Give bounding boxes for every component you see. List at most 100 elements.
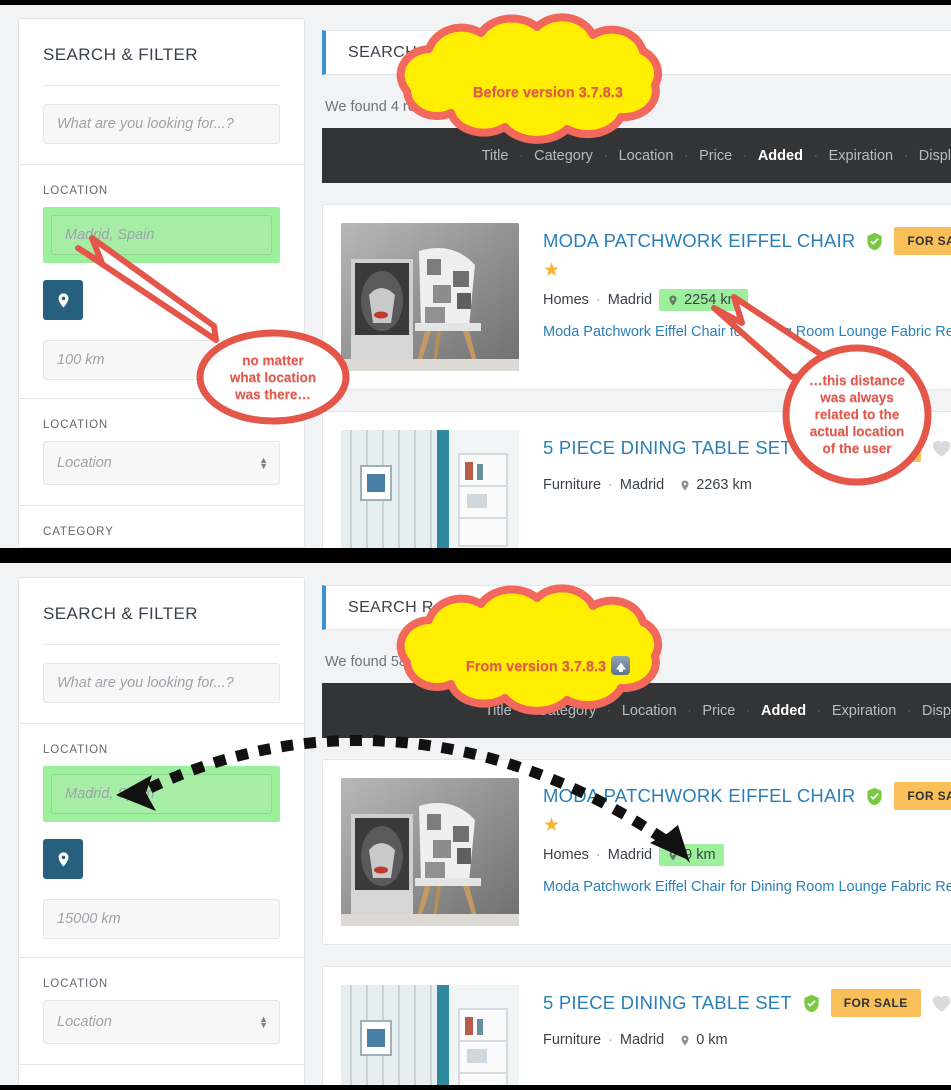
listing-badge: FOR SALE	[894, 782, 951, 810]
radius-placeholder: 100 km	[57, 352, 105, 368]
meta-sep: ·	[608, 1032, 613, 1048]
map-pin-icon	[669, 850, 677, 860]
verified-badge-icon	[867, 787, 883, 805]
listing-body: MODA PATCHWORK EIFFEL CHAIR FOR SALE ★ H…	[543, 778, 951, 926]
search-filter-sidebar-after: SEARCH & FILTER What are you looking for…	[18, 577, 305, 1085]
location-input[interactable]: Madrid, Spain	[51, 215, 272, 255]
map-pin-button[interactable]	[43, 280, 83, 320]
stepper-icon: ▲ ▼	[259, 455, 268, 471]
listing-title[interactable]: MODA PATCHWORK EIFFEL CHAIR	[543, 785, 855, 807]
patchwork-chair-photo	[341, 778, 519, 926]
listing-location[interactable]: Madrid	[608, 847, 652, 863]
location-select[interactable]: Location ▲ ▼	[43, 1000, 280, 1044]
verified-badge-icon	[804, 439, 819, 457]
listing-meta: Furniture · Madrid 0 km	[543, 1029, 943, 1051]
location-label: LOCATION	[43, 185, 109, 197]
listing-meta: Homes · Madrid 9 km	[543, 844, 943, 866]
keyword-search-input[interactable]: What are you looking for...?	[43, 104, 280, 144]
listing-meta: Homes · Madrid 2254 km	[543, 289, 943, 311]
map-pin-icon	[669, 295, 677, 305]
bottom-border-band	[0, 1085, 951, 1090]
listing-title[interactable]: 5 PIECE DINING TABLE SET	[543, 992, 792, 1014]
listing-category[interactable]: Homes	[543, 847, 589, 863]
search-filter-sidebar-before: SEARCH & FILTER What are you looking for…	[18, 18, 305, 548]
map-pin-button[interactable]	[43, 839, 83, 879]
listing-thumbnail[interactable]	[341, 985, 519, 1085]
listing-item[interactable]: MODA PATCHWORK EIFFEL CHAIR FOR SALE ★ H…	[322, 759, 951, 945]
listing-distance-value: 0 km	[696, 1032, 728, 1048]
location-select-value: Location	[57, 455, 112, 471]
listing-item[interactable]: 5 PIECE DINING TABLE SET FOR SALE Furnit…	[322, 411, 951, 548]
listing-distance: 2254 km	[659, 289, 748, 311]
location-select-value: Location	[57, 1014, 112, 1030]
patchwork-chair-photo	[341, 223, 519, 371]
sidebar-title: SEARCH & FILTER	[43, 45, 198, 64]
sort-expiration[interactable]: Expiration	[821, 703, 907, 719]
search-results-header: SEARCH RESULTS	[322, 30, 951, 75]
radius-input[interactable]: 100 km	[43, 340, 280, 380]
featured-star-icon: ★	[543, 260, 561, 281]
sort-added[interactable]: Added	[750, 703, 817, 719]
location-label: LOCATION	[43, 744, 109, 756]
listing-location[interactable]: Madrid	[608, 292, 652, 308]
location-select-label: LOCATION	[43, 978, 109, 990]
keyword-search-input[interactable]: What are you looking for...?	[43, 663, 280, 703]
listing-distance: 0 km	[671, 1029, 735, 1051]
sort-title[interactable]: Title	[474, 703, 523, 719]
location-input[interactable]: Madrid, Spain	[51, 774, 272, 814]
divider	[19, 1064, 304, 1065]
listing-thumbnail[interactable]	[341, 223, 519, 371]
location-select[interactable]: Location ▲ ▼	[43, 441, 280, 485]
listing-title[interactable]: 5 PIECE DINING TABLE SET	[543, 437, 792, 459]
listing-body: 5 PIECE DINING TABLE SET FOR SALE Furnit…	[543, 985, 950, 1085]
location-highlight: Madrid, Spain	[43, 207, 280, 263]
sort-category[interactable]: Category	[523, 148, 604, 164]
listing-distance: 9 km	[659, 844, 724, 866]
listing-thumbnail[interactable]	[341, 430, 519, 548]
result-count: We found 58 results	[325, 654, 454, 670]
sort-display[interactable]: Displ	[908, 148, 951, 164]
search-results-column-before: SEARCH RESULTS We found 4 results Title ·…	[322, 30, 951, 548]
favorite-heart-icon[interactable]	[931, 438, 951, 458]
listing-category[interactable]: Furniture	[543, 1032, 601, 1048]
sidebar-title: SEARCH & FILTER	[43, 604, 198, 623]
meta-sep: ·	[595, 847, 601, 863]
listing-distance: 2263 km	[671, 474, 760, 496]
location-select-label: LOCATION	[43, 419, 109, 431]
sort-location[interactable]: Location	[611, 703, 688, 719]
listing-meta: Furniture · Madrid 2263 km	[543, 474, 943, 496]
listing-item[interactable]: 5 PIECE DINING TABLE SET FOR SALE Furnit…	[322, 966, 951, 1085]
listing-description-text: Moda Patchwork Eiffel Chair for Dining R…	[543, 324, 951, 340]
listing-category[interactable]: Furniture	[543, 477, 601, 493]
sort-location[interactable]: Location	[608, 148, 685, 164]
listing-description[interactable]: Moda Patchwork Eiffel Chair for Dining R…	[543, 877, 951, 898]
listing-location[interactable]: Madrid	[620, 477, 664, 493]
search-results-column-after: SEARCH R We found 58 results Title · Cate…	[322, 585, 951, 1085]
listing-description-text: Moda Patchwork Eiffel Chair for Dining R…	[543, 879, 951, 895]
radius-input[interactable]: 15000 km	[43, 899, 280, 939]
sort-expiration[interactable]: Expiration	[818, 148, 904, 164]
top-border-band	[0, 0, 951, 5]
listing-location[interactable]: Madrid	[620, 1032, 664, 1048]
sort-price[interactable]: Price	[691, 703, 746, 719]
map-pin-icon	[58, 292, 68, 308]
sort-price[interactable]: Price	[688, 148, 743, 164]
map-pin-icon	[681, 1035, 689, 1045]
sort-title[interactable]: Title	[471, 148, 520, 164]
sort-category[interactable]: Category	[526, 703, 607, 719]
favorite-heart-icon[interactable]	[931, 993, 951, 1013]
listing-category[interactable]: Homes	[543, 292, 589, 308]
listing-badge: FOR SALE	[894, 227, 951, 255]
panel-before-version: SEARCH & FILTER What are you looking for…	[0, 5, 951, 548]
listing-thumbnail[interactable]	[341, 778, 519, 926]
listing-item[interactable]: MODA PATCHWORK EIFFEL CHAIR FOR SALE ★ H…	[322, 204, 951, 390]
category-label: CATEGORY	[43, 526, 114, 538]
listing-description[interactable]: Moda Patchwork Eiffel Chair for Dining R…	[543, 322, 951, 343]
stepper-icon: ▲ ▼	[259, 1014, 268, 1030]
sort-bar: Title · Category · Location · Price · Added ·…	[322, 683, 951, 738]
sort-display[interactable]: Disp	[911, 703, 951, 719]
listing-title-row: MODA PATCHWORK EIFFEL CHAIR FOR SALE	[543, 227, 951, 255]
sort-added[interactable]: Added	[747, 148, 814, 164]
listing-badge: FOR SALE	[830, 989, 921, 1017]
listing-title[interactable]: MODA PATCHWORK EIFFEL CHAIR	[543, 230, 855, 252]
